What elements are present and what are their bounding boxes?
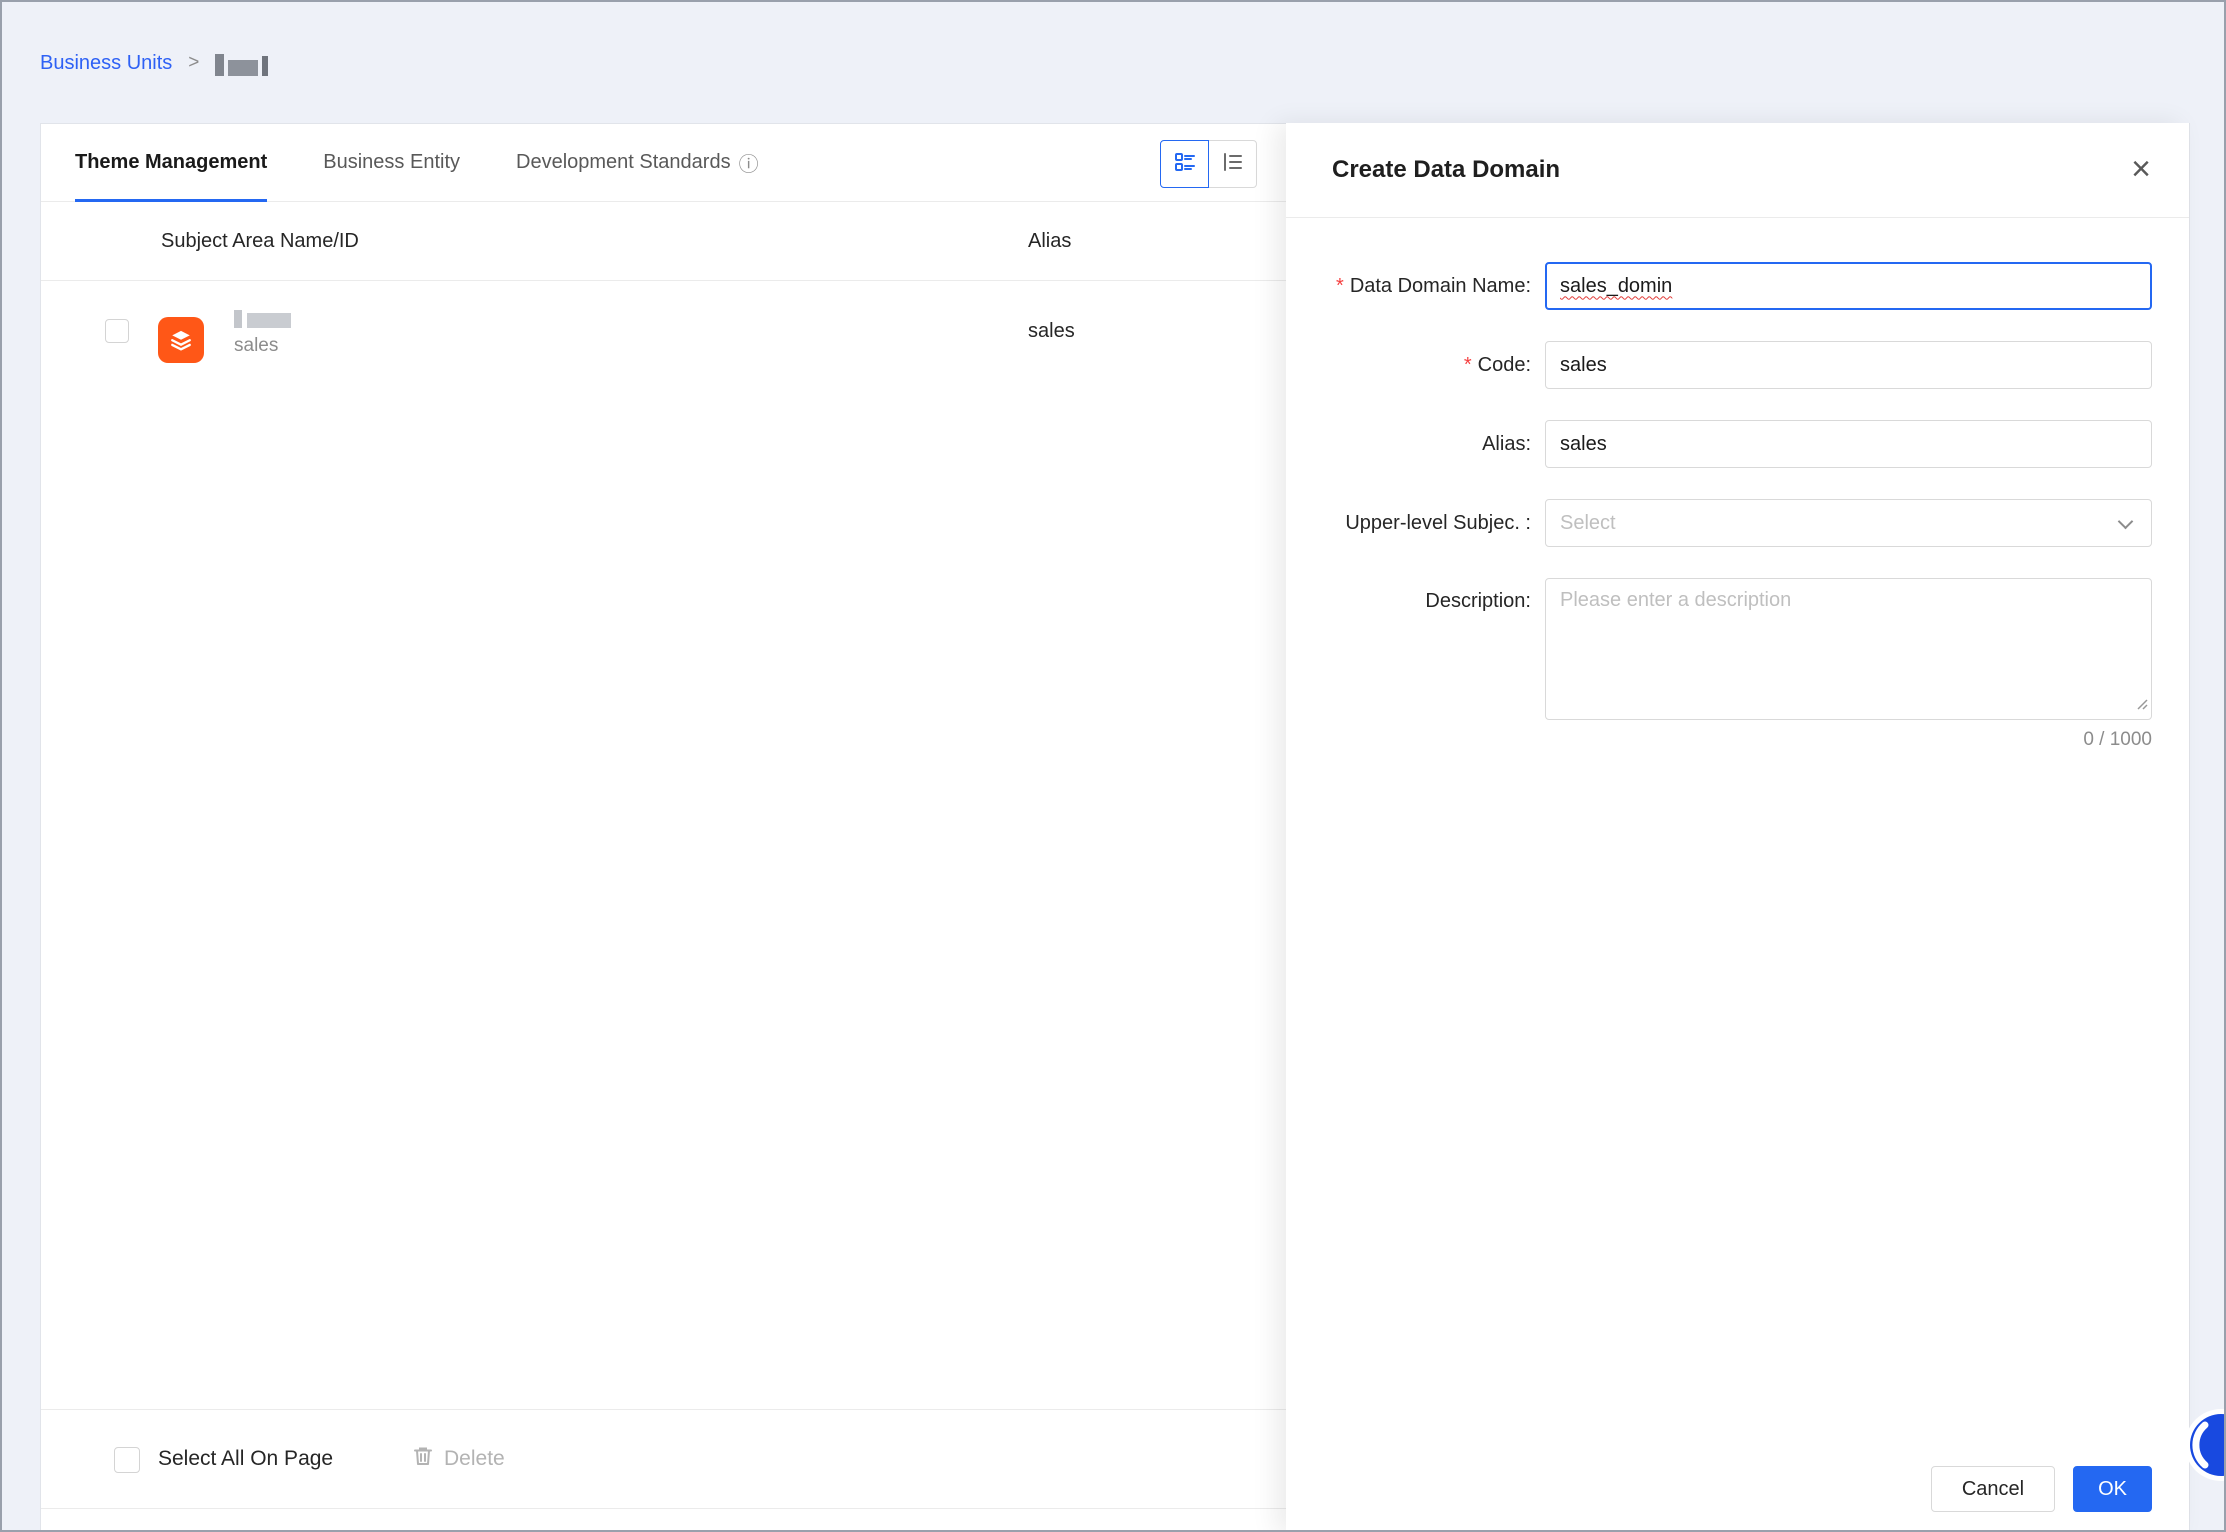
view-toggle-group	[1160, 140, 1257, 188]
field-row-alias: Alias:	[1286, 420, 2152, 468]
required-marker: *	[1336, 275, 1344, 297]
breadcrumb-business-units-link[interactable]: Business Units	[40, 52, 172, 75]
list-view-icon	[1222, 151, 1244, 178]
field-row-data-domain-name: * Data Domain Name: sales_domin	[1286, 262, 2152, 310]
breadcrumb: Business Units >	[40, 50, 269, 76]
delete-button[interactable]: Delete	[412, 1410, 505, 1508]
trash-icon	[412, 1445, 434, 1473]
subject-area-name-cell[interactable]: sales	[234, 309, 291, 357]
tab-business-entity-label: Business Entity	[323, 151, 460, 173]
help-float-button[interactable]	[2184, 1408, 2224, 1482]
field-row-code: * Code:	[1286, 341, 2152, 389]
upper-level-subject-select[interactable]: Select	[1545, 499, 2152, 547]
create-data-domain-drawer: Create Data Domain × * Data Domain Name: …	[1286, 123, 2189, 1530]
cancel-button[interactable]: Cancel	[1930, 1466, 2056, 1512]
tab-business-entity[interactable]: Business Entity	[323, 124, 460, 201]
close-icon[interactable]: ×	[2117, 145, 2165, 193]
code-label: * Code:	[1463, 354, 1531, 376]
tab-development-standards[interactable]: Development Standards ⓘ	[516, 124, 759, 201]
row-checkbox[interactable]	[105, 319, 129, 343]
app-window: Business Units > Theme Management Busine…	[0, 0, 2226, 1532]
row-subname: sales	[234, 335, 279, 356]
column-header-alias: Alias	[1028, 229, 1072, 252]
breadcrumb-current-redacted	[215, 50, 269, 76]
char-counter: 0 / 1000	[2083, 729, 2152, 750]
chevron-down-icon	[2117, 513, 2134, 530]
tab-development-standards-label: Development Standards	[516, 151, 731, 173]
data-domain-name-input[interactable]: sales_domin	[1545, 262, 2152, 310]
layers-icon	[171, 330, 191, 351]
card-view-icon	[1174, 151, 1196, 178]
select-all-checkbox[interactable]	[114, 1447, 140, 1473]
required-marker: *	[1463, 354, 1472, 376]
description-label: Description:	[1425, 590, 1531, 612]
field-row-upper-level-subject: Upper-level Subjec. : Select	[1286, 499, 2152, 547]
subject-area-icon	[158, 317, 204, 363]
alias-label: Alias:	[1482, 433, 1531, 455]
select-all-label: Select All On Page	[158, 1447, 334, 1470]
field-row-description: Description: 0 / 1000	[1286, 578, 2152, 751]
row-name-redacted	[234, 309, 291, 328]
select-placeholder: Select	[1560, 511, 1616, 534]
create-data-domain-form: *Data Domain Name: sales_domin *Code: Al…	[1286, 218, 2189, 751]
description-textarea[interactable]	[1545, 578, 2152, 720]
card-view-button[interactable]	[1160, 140, 1209, 188]
drawer-footer: Cancel OK	[1930, 1466, 2152, 1512]
alias-input[interactable]	[1545, 420, 2152, 468]
tab-theme-management[interactable]: Theme Management	[75, 124, 268, 202]
code-input[interactable]	[1545, 341, 2152, 389]
drawer-header: Create Data Domain ×	[1286, 123, 2189, 218]
drawer-title: Create Data Domain	[1332, 156, 1561, 183]
data-domain-name-value: sales_domin	[1560, 274, 1673, 297]
info-icon: ⓘ	[738, 154, 759, 176]
column-header-subject-area: Subject Area Name/ID	[161, 229, 359, 252]
help-icon	[2185, 1409, 2224, 1481]
tab-theme-management-label: Theme Management	[75, 151, 268, 173]
upper-level-subject-label: Upper-level Subjec. :	[1345, 512, 1531, 534]
list-view-button[interactable]	[1208, 140, 1257, 188]
data-domain-name-label: * Data Domain Name:	[1336, 275, 1531, 297]
row-alias-cell: sales	[1028, 319, 1075, 342]
delete-label: Delete	[444, 1447, 505, 1470]
ok-button[interactable]: OK	[2073, 1466, 2152, 1512]
breadcrumb-separator: >	[188, 52, 200, 73]
